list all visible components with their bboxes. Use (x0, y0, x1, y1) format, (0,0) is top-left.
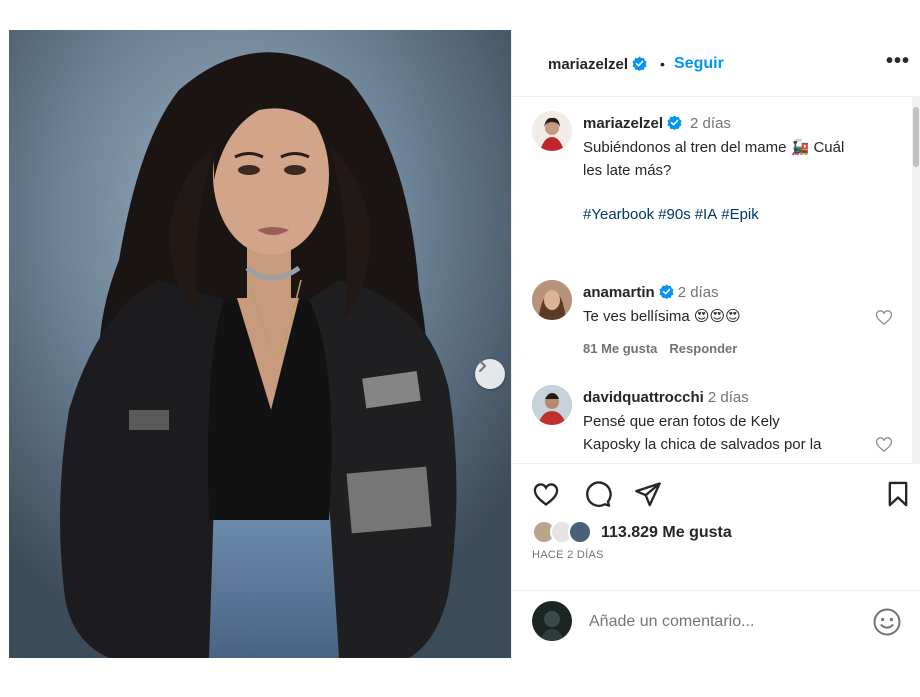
hashtag-link[interactable]: #IA (695, 206, 718, 223)
comment-line: Te ves bellísima 😍😍😍 (583, 308, 741, 325)
verified-badge-icon (632, 56, 647, 71)
comment-time: 2 días (677, 284, 719, 301)
more-options-icon[interactable]: ••• (886, 51, 910, 71)
caption-text: Subiéndonos al tren del mame 🚂 Cuál les … (583, 136, 844, 182)
comment-username[interactable]: davidquattrocchi 2 días (583, 389, 749, 406)
comment-username[interactable]: anamartin 2 días (583, 284, 719, 301)
comments-scrollbar[interactable] (912, 97, 920, 463)
post-side-panel: mariazelzel • Seguir ••• mariazelzel 2 dí… (511, 30, 920, 658)
avatar-image (532, 385, 572, 425)
comment-like-heart-icon[interactable] (874, 307, 894, 327)
post-photo[interactable] (9, 30, 511, 658)
comment-username-text[interactable]: davidquattrocchi (583, 389, 704, 406)
smiley-icon[interactable] (872, 607, 902, 637)
comment-bubble-icon[interactable] (584, 480, 612, 508)
portrait-image (9, 30, 511, 658)
like-count[interactable]: 113.829 Me gusta (601, 524, 732, 542)
current-user-avatar (532, 601, 572, 641)
likers-avatars[interactable] (532, 520, 596, 546)
author-avatar[interactable] (532, 111, 572, 151)
comment-meta: 81 Me gusta Responder (583, 341, 749, 356)
comment-username-text[interactable]: anamartin (583, 284, 655, 301)
header-separator: • (660, 56, 665, 72)
carousel-next-button[interactable] (475, 359, 505, 389)
author-username[interactable]: mariazelzel (548, 56, 647, 73)
post-header: mariazelzel • Seguir ••• (512, 30, 920, 97)
reply-button[interactable]: Responder (669, 341, 737, 356)
comment-input[interactable] (589, 613, 849, 631)
comment-likes-link[interactable]: 81 Me gusta (583, 341, 657, 356)
verified-badge-icon (659, 284, 674, 299)
comment-time: 2 días (707, 389, 749, 406)
avatar-image (532, 111, 572, 151)
commenter-avatar[interactable] (532, 280, 572, 320)
add-comment-bar (512, 590, 920, 658)
hashtag-link[interactable]: #Yearbook (583, 206, 654, 223)
comment-text: Te ves bellísima 😍😍😍 (583, 305, 741, 328)
caption-hashtags: #Yearbook #90s #IA #Epik (583, 206, 763, 223)
caption-line: Subiéndonos al tren del mame 🚂 Cuál (583, 139, 845, 156)
commenter-avatar[interactable] (532, 385, 572, 425)
hashtag-link[interactable]: #Epik (721, 206, 759, 223)
avatar-image (532, 601, 572, 641)
comments-list[interactable]: mariazelzel 2 días Subiéndonos al tren de… (512, 97, 920, 463)
scrollbar-thumb[interactable] (913, 107, 919, 167)
bookmark-icon[interactable] (884, 480, 912, 508)
avatar-image (532, 280, 572, 320)
caption-username-text[interactable]: mariazelzel (583, 115, 663, 132)
comment-line: Pensé que eran fotos de Kely (583, 413, 780, 430)
heart-icon[interactable] (532, 480, 560, 508)
author-username-text[interactable]: mariazelzel (548, 56, 628, 73)
caption-username[interactable]: mariazelzel 2 días (583, 115, 731, 132)
comment-text: Pensé que eran fotos de Kely Kaposky la … (583, 410, 821, 456)
follow-button[interactable]: Seguir (674, 55, 724, 73)
verified-badge-icon (667, 115, 682, 130)
post-timestamp[interactable]: HACE 2 DÍAS (532, 549, 604, 561)
caption-time: 2 días (690, 115, 731, 132)
paper-plane-icon[interactable] (634, 480, 662, 508)
caption-line: les late más? (583, 162, 672, 179)
chevron-right-icon (479, 360, 486, 372)
hashtag-link[interactable]: #90s (658, 206, 691, 223)
comment-line: Kaposky la chica de salvados por la (583, 436, 822, 453)
comment-like-heart-icon[interactable] (874, 434, 894, 454)
liker-avatar (568, 520, 592, 544)
